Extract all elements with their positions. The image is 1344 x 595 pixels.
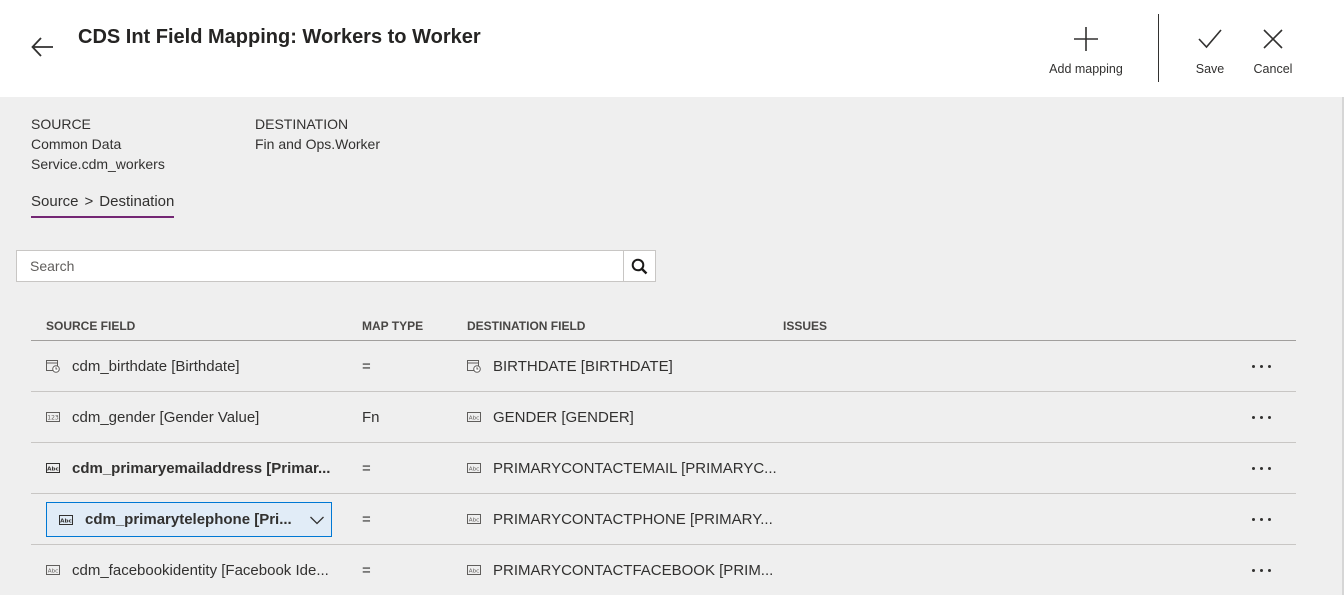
map-type-cell[interactable]: =	[362, 545, 371, 595]
tab-separator: >	[84, 193, 94, 210]
svg-text:Abc: Abc	[469, 518, 479, 524]
column-header-issues[interactable]: ISSUES	[783, 319, 827, 333]
source-field-cell[interactable]: 123 cdm_gender [Gender Value]	[46, 392, 259, 442]
more-options-icon[interactable]	[1248, 341, 1274, 391]
checkmark-icon	[1198, 29, 1222, 49]
source-field-text: cdm_primarytelephone [Pri...	[85, 511, 292, 528]
text-field-icon: Abc	[467, 565, 481, 575]
destination-heading: DESTINATION	[255, 116, 349, 132]
map-type-cell[interactable]: Fn	[362, 392, 380, 442]
plus-icon	[1074, 27, 1098, 51]
svg-text:Abc: Abc	[48, 569, 58, 575]
svg-text:Abc: Abc	[47, 467, 59, 473]
source-field-text: cdm_facebookidentity [Facebook Ide...	[72, 561, 329, 579]
save-button[interactable]: Save	[1190, 26, 1230, 76]
column-header-source-field[interactable]: SOURCE FIELD	[46, 319, 135, 333]
text-field-icon: Abc	[467, 412, 481, 422]
cancel-button[interactable]: Cancel	[1250, 26, 1296, 76]
more-options-icon[interactable]	[1248, 545, 1274, 595]
source-field-text: cdm_primaryemailaddress [Primar...	[72, 459, 331, 477]
add-mapping-button[interactable]: Add mapping	[1046, 26, 1126, 76]
svg-text:123: 123	[47, 415, 59, 422]
text-field-icon: Abc	[59, 514, 73, 525]
destination-field-cell[interactable]: Abc PRIMARYCONTACTEMAIL [PRIMARYC...	[467, 443, 777, 493]
destination-field-text: GENDER [GENDER]	[493, 408, 634, 426]
destination-info: DESTINATION Fin and Ops.Worker	[255, 114, 555, 154]
source-field-cell[interactable]: Abc cdm_primaryemailaddress [Primar...	[46, 443, 330, 493]
page-title: CDS Int Field Mapping: Workers to Worker	[78, 26, 481, 48]
date-field-icon	[46, 360, 60, 373]
source-field-cell[interactable]: cdm_birthdate [Birthdate]	[46, 341, 240, 391]
destination-field-cell[interactable]: Abc GENDER [GENDER]	[467, 392, 634, 442]
text-field-icon: Abc	[467, 514, 481, 524]
text-field-icon: Abc	[46, 565, 60, 575]
source-field-cell[interactable]: Abc cdm_facebookidentity [Facebook Ide..…	[46, 545, 329, 595]
command-header: CDS Int Field Mapping: Workers to Worker…	[0, 0, 1344, 97]
chevron-down-icon	[310, 516, 324, 525]
column-header-destination-field[interactable]: DESTINATION FIELD	[467, 319, 585, 333]
save-label: Save	[1195, 62, 1225, 76]
tab-source-label: Source	[31, 193, 79, 210]
number-field-icon: 123	[46, 412, 60, 422]
map-type-cell[interactable]: =	[362, 443, 371, 493]
date-field-icon	[467, 360, 481, 373]
source-field-dropdown[interactable]: Abc cdm_primarytelephone [Pri...	[46, 502, 332, 537]
column-header-map-type[interactable]: MAP TYPE	[362, 319, 423, 333]
tab-source-destination[interactable]: Source > Destination	[31, 193, 175, 218]
destination-field-text: PRIMARYCONTACTEMAIL [PRIMARYC...	[493, 459, 777, 477]
destination-field-cell[interactable]: Abc PRIMARYCONTACTFACEBOOK [PRIM...	[467, 545, 773, 595]
svg-text:Abc: Abc	[469, 416, 479, 422]
grid-header: SOURCE FIELD MAP TYPE DESTINATION FIELD …	[31, 310, 1296, 341]
source-info: SOURCE Common Data Service.cdm_workers	[31, 114, 231, 174]
more-options-icon[interactable]	[1248, 392, 1274, 442]
source-field-text: cdm_gender [Gender Value]	[72, 408, 260, 426]
close-icon	[1263, 29, 1283, 49]
table-row[interactable]: 123 cdm_gender [Gender Value] Fn Abc GEN…	[31, 392, 1296, 443]
add-mapping-label: Add mapping	[1049, 62, 1123, 76]
more-options-icon[interactable]	[1248, 443, 1274, 493]
destination-field-text: PRIMARYCONTACTFACEBOOK [PRIM...	[493, 561, 774, 579]
destination-field-text: BIRTHDATE [BIRTHDATE]	[493, 357, 673, 375]
destination-field-text: PRIMARYCONTACTPHONE [PRIMARY...	[493, 510, 773, 528]
table-row[interactable]: Abc cdm_facebookidentity [Facebook Ide..…	[31, 545, 1296, 595]
destination-field-cell[interactable]: BIRTHDATE [BIRTHDATE]	[467, 341, 673, 391]
text-field-icon: Abc	[46, 463, 60, 473]
search-input[interactable]	[17, 251, 624, 281]
svg-text:Abc: Abc	[469, 467, 479, 473]
more-options-icon[interactable]	[1248, 494, 1274, 544]
tab-destination-label: Destination	[99, 193, 175, 210]
back-arrow-icon[interactable]	[28, 32, 58, 62]
svg-text:Abc: Abc	[60, 518, 72, 524]
source-value-line1: Common Data	[31, 136, 122, 152]
destination-value: Fin and Ops.Worker	[255, 136, 381, 152]
svg-text:Abc: Abc	[469, 569, 479, 575]
cancel-label: Cancel	[1253, 62, 1293, 76]
table-row[interactable]: cdm_birthdate [Birthdate] = BIRTHDATE [B…	[31, 341, 1296, 392]
text-field-icon: Abc	[467, 463, 481, 473]
search-button[interactable]	[623, 251, 655, 281]
search-box	[16, 250, 656, 282]
mapping-grid: SOURCE FIELD MAP TYPE DESTINATION FIELD …	[31, 310, 1296, 595]
source-field-text: cdm_birthdate [Birthdate]	[72, 357, 240, 375]
search-icon	[631, 258, 648, 274]
source-value-line2: Service.cdm_workers	[31, 156, 165, 172]
source-heading: SOURCE	[31, 116, 91, 132]
table-row[interactable]: Abc cdm_primarytelephone [Pri... = Abc P…	[31, 494, 1296, 545]
table-row[interactable]: Abc cdm_primaryemailaddress [Primar... =…	[31, 443, 1296, 494]
command-divider	[1158, 14, 1159, 82]
map-type-cell[interactable]: =	[362, 494, 371, 544]
destination-field-cell[interactable]: Abc PRIMARYCONTACTPHONE [PRIMARY...	[467, 494, 773, 544]
map-type-cell[interactable]: =	[362, 341, 371, 391]
